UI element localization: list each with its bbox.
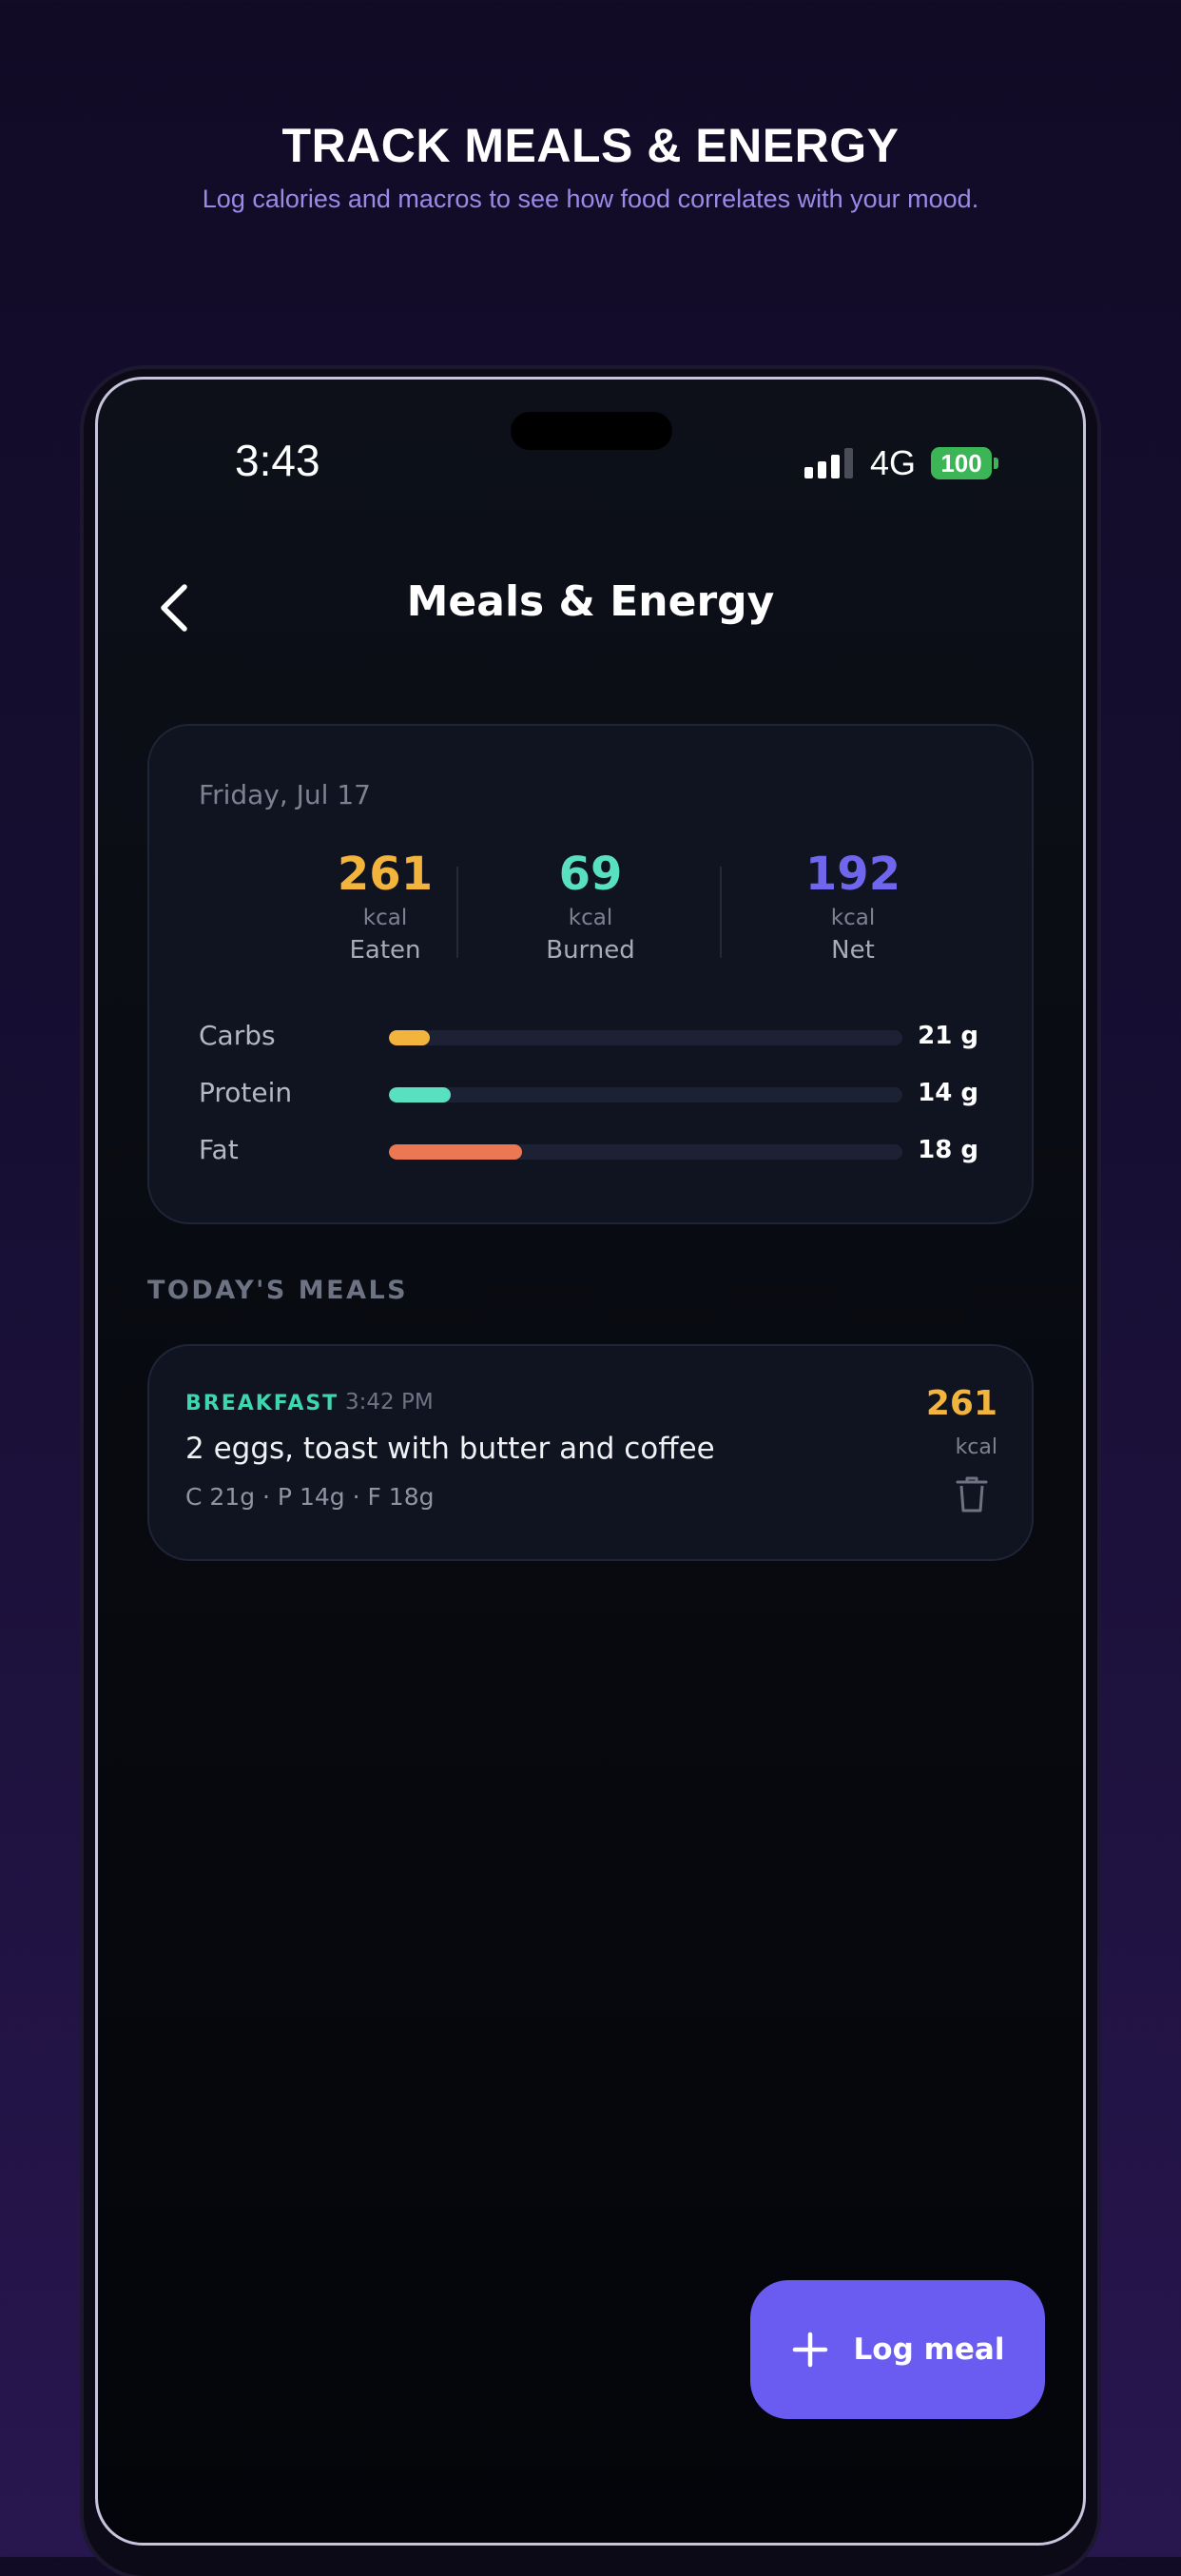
plus-icon [792,2332,827,2368]
stat-burned-value: 69 [558,848,623,901]
stat-net-label: Net [831,935,875,965]
promo-subtitle: Log calories and macros to see how food … [202,185,979,213]
meal-card[interactable]: BREAKFAST 3:42 PM 2 eggs, toast with but… [147,1344,1034,1561]
battery-tip [994,458,999,469]
stat-net-value: 192 [804,848,901,901]
meal-macros: C 21g · P 14g · F 18g [185,1483,435,1511]
meal-type-badge: BREAKFAST [185,1392,339,1415]
dynamic-island [511,412,672,450]
macro-bar-track [389,1144,902,1160]
daily-summary-card: Friday, Jul 17 261 kcal Eaten 69 kcal Bu… [147,724,1034,1224]
macro-value: 21 g [918,1022,978,1050]
trash-icon[interactable] [956,1475,988,1513]
stat-eaten-label: Eaten [349,935,421,965]
meal-kcal: 261 [925,1384,997,1423]
meal-kcal-unit: kcal [955,1435,997,1459]
meal-description: 2 eggs, toast with butter and coffee [185,1432,715,1466]
stat-net-unit: kcal [830,905,876,930]
macro-row-carbs: Carbs 21 g [199,1017,978,1055]
macro-value: 18 g [918,1136,978,1164]
log-meal-button[interactable]: Log meal [750,2280,1045,2419]
log-meal-label: Log meal [853,2332,1005,2367]
stat-eaten-unit: kcal [362,905,408,930]
macro-label: Carbs [199,1020,276,1051]
macro-row-protein: Protein 14 g [199,1074,978,1112]
stat-eaten-value: 261 [337,848,434,901]
battery-level: 100 [940,448,982,478]
promo-title: TRACK MEALS & ENERGY [281,119,900,172]
macro-row-fat: Fat 18 g [199,1131,978,1169]
screen-title: Meals & Energy [406,577,775,626]
stat-burned: 69 kcal Burned [486,849,695,965]
meal-time: 3:42 PM [345,1390,434,1415]
section-title: TODAY'S MEALS [147,1276,409,1305]
macro-bar-track [389,1087,902,1103]
macro-bar-fill [389,1030,431,1045]
macro-label: Protein [199,1077,293,1108]
status-indicators: 4G 100 [804,443,999,482]
phone-screen: 3:43 4G 100 Meals & Energy Friday, Jul 1… [95,377,1086,2546]
stat-burned-unit: kcal [568,905,613,930]
macro-bar-fill [389,1087,451,1103]
stat-net: 192 kcal Net [748,849,958,965]
macro-bar-fill [389,1144,523,1160]
summary-date: Friday, Jul 17 [199,779,371,810]
stat-burned-label: Burned [546,935,635,965]
network-label: 4G [870,443,917,482]
macro-bar-track [389,1030,902,1045]
macro-label: Fat [199,1134,239,1165]
status-time: 3:43 [235,436,320,485]
stat-eaten: 261 kcal Eaten [281,849,490,965]
battery-icon: 100 [931,447,993,479]
macro-value: 14 g [918,1079,978,1107]
signal-icon [804,448,853,478]
stat-divider [720,867,722,958]
stat-divider [456,867,458,958]
